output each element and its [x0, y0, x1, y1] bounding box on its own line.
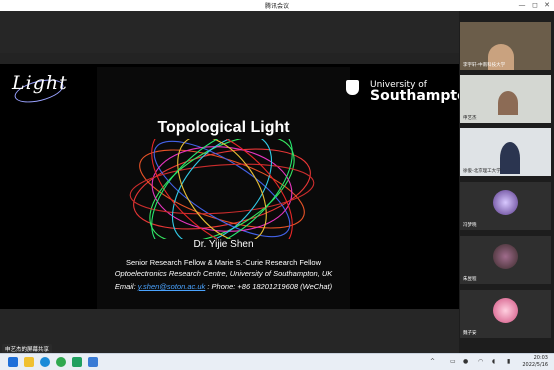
presenter-affiliation: Optoelectronics Research Centre, Univers… [114, 269, 333, 278]
participant-name: 李宇轩-中南科技大学 [463, 63, 506, 68]
participant-name: 申艺杰 [463, 116, 477, 121]
minimize-button[interactable]: — [517, 0, 527, 11]
stage-top-bar [0, 11, 459, 53]
speaker-icon[interactable]: ◖ [492, 358, 495, 365]
file-explorer-icon[interactable] [24, 357, 34, 367]
presenter-name: Dr. Yijie Shen [193, 239, 254, 250]
clock-time: 20:03 [533, 355, 548, 361]
contact-line: Email: y.shen@soton.ac.uk : Phone: +86 1… [97, 282, 350, 291]
avatar [493, 244, 518, 269]
shared-screen: Light University of Southampton Topologi… [0, 11, 477, 353]
participant-tile[interactable]: 朱昱程 [460, 236, 551, 284]
participant-name: 徐俊-北京理工大学 [463, 169, 501, 174]
start-icon[interactable] [8, 357, 18, 367]
microphone-icon[interactable]: ● [463, 358, 468, 365]
chevron-up-icon[interactable]: ^ [430, 358, 435, 365]
wechat-icon[interactable] [56, 357, 66, 367]
email-label: Email: [114, 282, 136, 291]
presentation-slide: Light University of Southampton Topologi… [0, 64, 477, 319]
battery-icon[interactable]: ▮ [507, 358, 510, 365]
participant-tile[interactable]: 冯梦晓 [460, 182, 551, 230]
participant-sidebar: 正在讲话: 申艺杰 李宇轩-中南科技大学 申艺杰 徐俊-北京理工大学 冯梦晓 朱… [459, 11, 554, 353]
crest-icon [346, 80, 359, 95]
email-link[interactable]: y.shen@soton.ac.uk [138, 282, 206, 291]
participant-tile[interactable]: 李宇轩-中南科技大学 [460, 22, 551, 70]
avatar [493, 298, 518, 323]
light-logo: Light [12, 72, 68, 94]
maximize-button[interactable]: ◻ [530, 0, 540, 11]
phone-text: : Phone: +86 18201219608 (WeChat) [207, 282, 333, 291]
windows-taskbar: ^ ▭ ● ◠ ◖ ▮ 20:03 2022/5/16 [0, 353, 554, 370]
clock-date: 2022/5/16 [522, 362, 548, 368]
window-title: 腾讯会议 [264, 3, 289, 10]
participant-video [498, 91, 518, 115]
wifi-icon[interactable]: ◠ [478, 358, 483, 365]
slide-title: Topological Light [157, 119, 290, 136]
edge-icon[interactable] [40, 357, 50, 367]
topological-light-image [129, 139, 315, 239]
system-clock[interactable]: 20:03 2022/5/16 [522, 355, 548, 369]
participant-tile[interactable]: 申艺杰 [460, 75, 551, 123]
participant-video [500, 142, 520, 174]
tray-icon[interactable]: ▭ [450, 358, 456, 365]
avatar [493, 190, 518, 215]
stage-bottom-bar [0, 309, 459, 353]
participant-name: 朱昱程 [463, 277, 477, 282]
close-button[interactable]: ✕ [542, 0, 552, 11]
tencent-meeting-icon[interactable] [88, 357, 98, 367]
excel-icon[interactable] [72, 357, 82, 367]
participant-name: 冯梦晓 [463, 223, 477, 228]
participant-tile[interactable]: 徐俊-北京理工大学 [460, 128, 551, 176]
participant-name: 魏子安 [463, 331, 477, 336]
participant-tile[interactable]: 魏子安 [460, 290, 551, 338]
presenter-role: Senior Research Fellow & Marie S.-Curie … [125, 258, 322, 267]
